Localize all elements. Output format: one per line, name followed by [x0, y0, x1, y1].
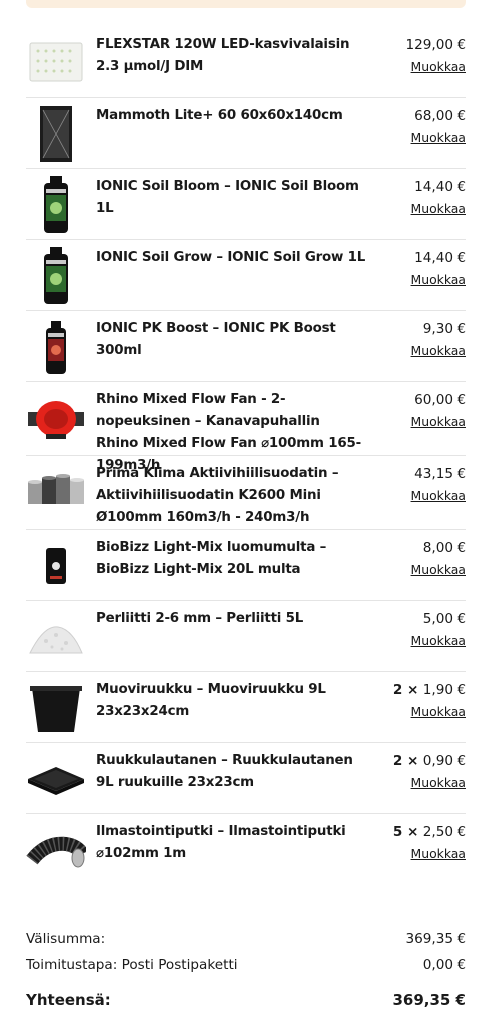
edit-item-link[interactable]: Muokkaa	[411, 559, 466, 581]
item-unit-price: 14,40 €	[414, 179, 466, 195]
cart-item: BioBizz Light-Mix luomumulta – BioBizz L…	[26, 530, 466, 601]
subtotal-label: Välisumma:	[26, 931, 106, 947]
edit-item-link[interactable]: Muokkaa	[411, 772, 466, 794]
item-price: 5,00 €	[366, 608, 466, 630]
cart-item: Ilmastointiputki – Ilmastointiputki ⌀102…	[26, 814, 466, 885]
edit-item-link[interactable]: Muokkaa	[411, 843, 466, 865]
item-unit-price: 43,15 €	[414, 466, 466, 482]
cart-item: IONIC Soil Bloom – IONIC Soil Bloom 1L 1…	[26, 169, 466, 240]
shipping-row: Toimitustapa: Posti Postipaketti 0,00 €	[26, 952, 466, 978]
cart-item: IONIC PK Boost – IONIC PK Boost 300ml 9,…	[26, 311, 466, 382]
led-panel-image	[26, 33, 86, 93]
item-unit-price: 1,90 €	[422, 682, 466, 698]
item-price: 14,40 €	[366, 176, 466, 198]
item-unit-price: 129,00 €	[405, 37, 466, 53]
product-name: Ruukkulautanen – Ruukkulautanen 9L ruuku…	[96, 753, 353, 790]
cart-item: Perliitti 2-6 mm – Perliitti 5L 5,00 € M…	[26, 601, 466, 672]
shipping-label: Toimitustapa: Posti Postipaketti	[26, 957, 238, 973]
pot-saucer-image	[26, 749, 86, 809]
edit-item-link[interactable]: Muokkaa	[411, 269, 466, 291]
edit-item-link[interactable]: Muokkaa	[411, 701, 466, 723]
edit-item-link[interactable]: Muokkaa	[411, 630, 466, 652]
item-price: 2 × 1,90 €	[366, 679, 466, 701]
item-unit-price: 0,90 €	[422, 753, 466, 769]
edit-item-link[interactable]: Muokkaa	[411, 127, 466, 149]
item-price: 9,30 €	[366, 318, 466, 340]
cart-item: Prima Klima Aktiivihiilisuodatin – Aktii…	[26, 456, 466, 530]
edit-item-link[interactable]: Muokkaa	[411, 56, 466, 78]
product-name: Ilmastointiputki – Ilmastointiputki ⌀102…	[96, 824, 346, 861]
cart-item: IONIC Soil Grow – IONIC Soil Grow 1L 14,…	[26, 240, 466, 311]
nutrient-bottle-image	[26, 175, 86, 235]
item-price: 2 × 0,90 €	[366, 750, 466, 772]
item-unit-price: 14,40 €	[414, 250, 466, 266]
item-unit-price: 9,30 €	[422, 321, 466, 337]
product-name: Prima Klima Aktiivihiilisuodatin – Aktii…	[96, 466, 339, 525]
item-price: 43,15 €	[366, 463, 466, 485]
product-name: IONIC Soil Grow – IONIC Soil Grow 1L	[96, 250, 366, 265]
product-name: BioBizz Light-Mix luomumulta – BioBizz L…	[96, 540, 327, 577]
item-unit-price: 8,00 €	[422, 540, 466, 556]
nutrient-bottle-small-image	[26, 317, 86, 377]
item-price: 5 × 2,50 €	[366, 821, 466, 843]
nutrient-bottle-image	[26, 246, 86, 306]
product-name: IONIC PK Boost – IONIC PK Boost 300ml	[96, 321, 336, 358]
plastic-pot-image	[26, 678, 86, 738]
item-price: 129,00 €	[366, 34, 466, 56]
grand-total-label: Yhteensä:	[26, 991, 111, 1009]
item-unit-price: 5,00 €	[422, 611, 466, 627]
item-unit-price: 60,00 €	[414, 392, 466, 408]
cart-item: Muoviruukku – Muoviruukku 9L 23x23x24cm …	[26, 672, 466, 743]
carbon-filters-image	[26, 462, 86, 522]
perlite-image	[26, 607, 86, 667]
top-notice-banner	[26, 0, 466, 8]
edit-item-link[interactable]: Muokkaa	[411, 411, 466, 433]
item-quantity: 2 ×	[392, 682, 419, 698]
cart-item: Mammoth Lite+ 60 60x60x140cm 68,00 € Muo…	[26, 98, 466, 169]
item-price: 68,00 €	[366, 105, 466, 127]
cart-item: FLEXSTAR 120W LED-kasvivalaisin 2.3 μmol…	[26, 27, 466, 98]
duct-fan-image	[26, 388, 86, 448]
product-name: IONIC Soil Bloom – IONIC Soil Bloom 1L	[96, 179, 359, 216]
item-price: 60,00 €	[366, 389, 466, 411]
subtotal-value: 369,35 €	[405, 931, 466, 947]
item-unit-price: 68,00 €	[414, 108, 466, 124]
product-name: Perliitti 2-6 mm – Perliitti 5L	[96, 611, 304, 626]
item-unit-price: 2,50 €	[422, 824, 466, 840]
item-quantity: 2 ×	[392, 753, 419, 769]
item-quantity: 5 ×	[392, 824, 419, 840]
cart-item-list: FLEXSTAR 120W LED-kasvivalaisin 2.3 μmol…	[26, 27, 466, 885]
grow-tent-image	[26, 104, 86, 164]
item-price: 8,00 €	[366, 537, 466, 559]
product-name: Muoviruukku – Muoviruukku 9L 23x23x24cm	[96, 682, 326, 719]
product-name: Mammoth Lite+ 60 60x60x140cm	[96, 108, 343, 123]
edit-item-link[interactable]: Muokkaa	[411, 485, 466, 507]
edit-item-link[interactable]: Muokkaa	[411, 198, 466, 220]
edit-item-link[interactable]: Muokkaa	[411, 340, 466, 362]
item-price: 14,40 €	[366, 247, 466, 269]
cart-item: Ruukkulautanen – Ruukkulautanen 9L ruuku…	[26, 743, 466, 814]
order-totals: Välisumma: 369,35 € Toimitustapa: Posti …	[26, 926, 466, 1013]
subtotal-row: Välisumma: 369,35 €	[26, 926, 466, 952]
grand-total-row: Yhteensä: 369,35 €	[26, 987, 466, 1013]
soil-bag-image	[26, 536, 86, 596]
ducting-hose-image	[26, 820, 86, 880]
cart-item: Rhino Mixed Flow Fan - 2-nopeuksinen – K…	[26, 382, 466, 473]
product-name: FLEXSTAR 120W LED-kasvivalaisin 2.3 μmol…	[96, 37, 350, 74]
grand-total-value: 369,35 €	[392, 991, 466, 1009]
shipping-value: 0,00 €	[422, 957, 466, 973]
